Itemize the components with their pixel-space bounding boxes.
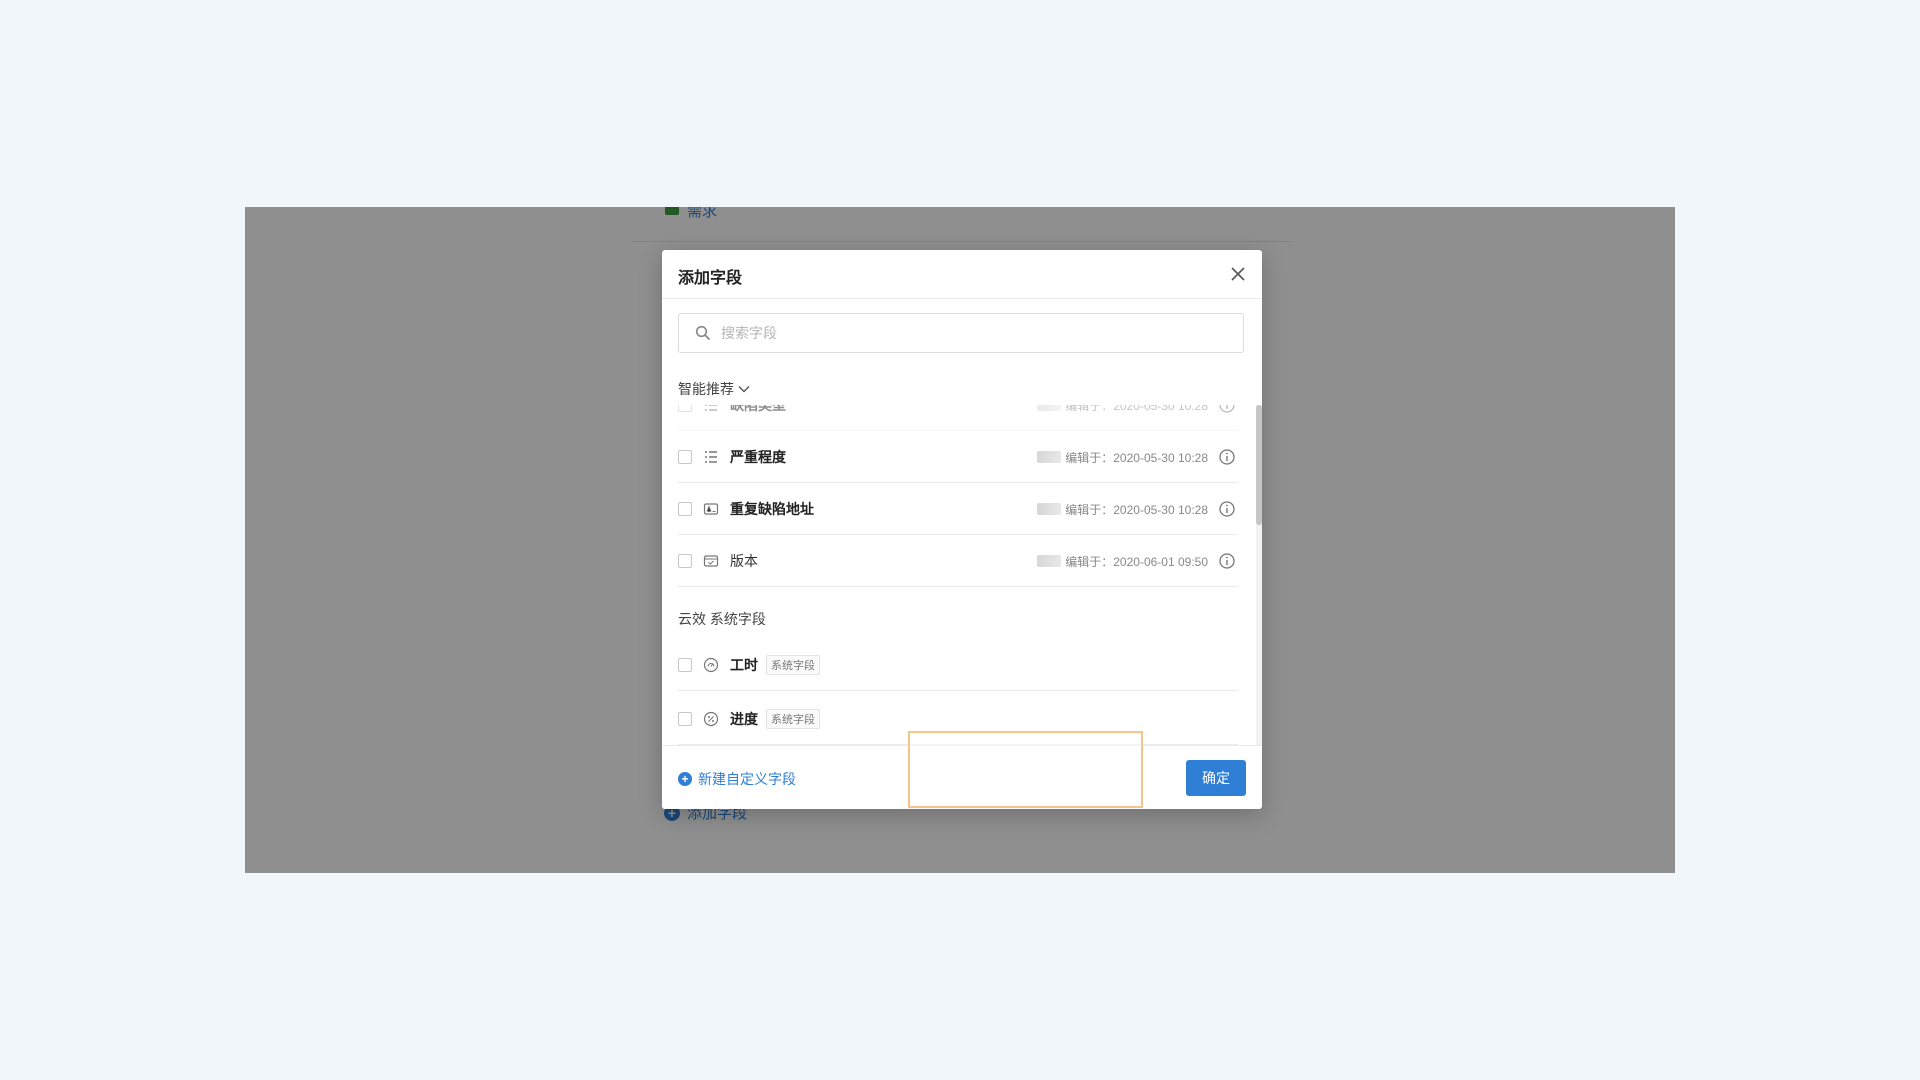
list-icon: [702, 448, 720, 466]
edited-time: 编辑于：2020-05-30 10:28: [1065, 405, 1208, 413]
plus-circle-icon: +: [678, 772, 692, 786]
field-row[interactable]: 重复缺陷地址 用户 编辑于：2020-05-30 10:28: [678, 483, 1238, 535]
chevron-down-icon: [738, 386, 750, 393]
field-name: 严重程度: [730, 448, 786, 465]
field-name: 版本: [730, 552, 758, 569]
highlight-box: [908, 731, 1143, 808]
field-name: 工时: [730, 656, 758, 673]
confirm-button[interactable]: 确定: [1186, 760, 1246, 796]
checkbox[interactable]: [678, 711, 692, 726]
info-icon[interactable]: [1218, 405, 1236, 414]
clock-icon: [702, 656, 720, 674]
field-meta: 用户 编辑于：2020-05-30 10:28: [1037, 405, 1208, 431]
close-icon: [1231, 267, 1245, 281]
field-name: 重复缺陷地址: [730, 500, 814, 517]
field-name: 进度: [730, 710, 758, 727]
checkbox[interactable]: [678, 449, 692, 464]
field-name: 缺陷类型: [730, 405, 786, 415]
new-custom-field-button[interactable]: + 新建自定义字段: [678, 769, 796, 789]
field-meta: 用户 编辑于：2020-05-30 10:28: [1037, 431, 1208, 483]
close-button[interactable]: [1228, 264, 1248, 284]
editor-name: 用户: [1037, 503, 1062, 515]
checkbox[interactable]: [678, 657, 692, 672]
field-meta: 用户 编辑于：2020-06-01 09:50: [1037, 535, 1208, 587]
system-field-tag: 系统字段: [766, 708, 820, 729]
info-icon[interactable]: [1218, 448, 1236, 466]
checkbox[interactable]: [678, 501, 692, 516]
field-meta: 用户 编辑于：2020-05-30 10:28: [1037, 483, 1208, 535]
field-list[interactable]: 缺陷类型 用户 编辑于：2020-05-30 10:28 严重程度 用户: [662, 405, 1262, 746]
field-row[interactable]: 缺陷类型 用户 编辑于：2020-05-30 10:28: [678, 405, 1238, 431]
editor-name: 用户: [1037, 451, 1062, 463]
system-section-title: 云效 系统字段: [678, 611, 766, 627]
field-row-version[interactable]: 版本 用户 编辑于：2020-06-01 09:50: [678, 535, 1238, 587]
search-icon: [695, 325, 711, 341]
app-frame: 需求 + 添加字段 添加字段 智能推荐: [245, 207, 1675, 873]
group-label: 智能推荐: [678, 381, 734, 397]
info-icon[interactable]: [1218, 500, 1236, 518]
edited-time: 编辑于：2020-06-01 09:50: [1065, 554, 1208, 569]
system-field-tag: 系统字段: [766, 654, 820, 675]
text-field-icon: [702, 500, 720, 518]
editor-name: 用户: [1037, 405, 1062, 411]
version-icon: [702, 552, 720, 570]
scrollbar-thumb[interactable]: [1256, 405, 1262, 525]
new-custom-field-label: 新建自定义字段: [698, 771, 796, 787]
edited-time: 编辑于：2020-05-30 10:28: [1065, 502, 1208, 517]
checkbox[interactable]: [678, 553, 692, 568]
field-row[interactable]: 工时 系统字段: [678, 639, 1238, 691]
smart-recommend-toggle[interactable]: 智能推荐: [678, 379, 751, 399]
list-icon: [702, 405, 720, 414]
checkbox[interactable]: [678, 405, 692, 412]
search-input[interactable]: [719, 324, 1223, 342]
percent-icon: [702, 710, 720, 728]
editor-name: 用户: [1037, 555, 1062, 567]
edited-time: 编辑于：2020-05-30 10:28: [1065, 450, 1208, 465]
info-icon[interactable]: [1218, 552, 1236, 570]
add-field-dialog: 添加字段 智能推荐: [662, 250, 1262, 809]
search-box[interactable]: [678, 313, 1244, 353]
dialog-header: 添加字段: [662, 250, 1262, 299]
field-row[interactable]: 严重程度 用户 编辑于：2020-05-30 10:28: [678, 431, 1238, 483]
dialog-title: 添加字段: [678, 270, 743, 287]
